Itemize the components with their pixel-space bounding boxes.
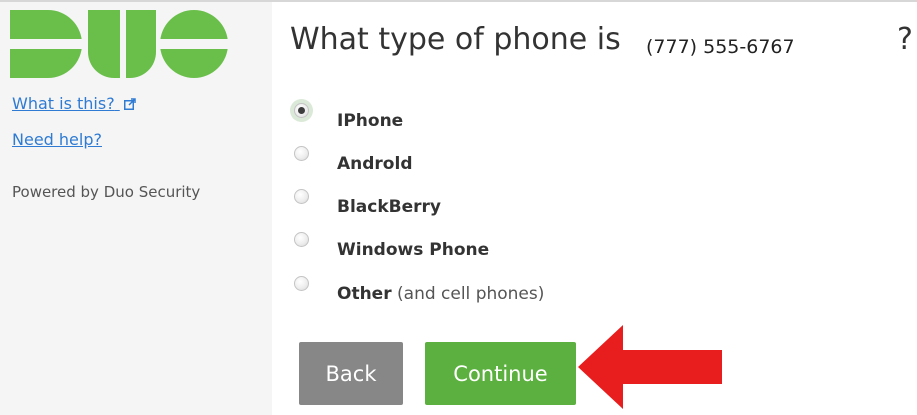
option-iphone[interactable]: IPhone: [290, 99, 710, 133]
option-label: BlackBerry: [337, 197, 441, 217]
duo-prompt-page: What is this? Need help? Powered by Duo …: [0, 0, 917, 415]
title-question-mark: ?: [897, 22, 913, 57]
option-other[interactable]: Other (and cell phones): [290, 276, 710, 306]
what-is-this-link[interactable]: What is this?: [12, 94, 136, 113]
radio-button[interactable]: [294, 232, 309, 247]
radio-button[interactable]: [294, 276, 309, 291]
red-left-arrow-icon: [578, 325, 722, 409]
duo-logo: [10, 10, 228, 78]
phone-number: (777) 555-6767: [646, 36, 795, 58]
radio-button[interactable]: [294, 146, 309, 161]
radio-button-selected[interactable]: [294, 103, 309, 118]
radio-button[interactable]: [294, 189, 309, 204]
option-label: IPhone: [337, 111, 404, 131]
option-label: Other (and cell phones): [337, 284, 545, 304]
option-windows-phone[interactable]: Windows Phone: [290, 232, 710, 262]
option-android[interactable]: Androld: [290, 146, 710, 176]
powered-by-text: Powered by Duo Security: [12, 183, 201, 201]
need-help-link[interactable]: Need help?: [12, 130, 102, 149]
option-label: Androld: [337, 154, 413, 174]
back-button[interactable]: Back: [299, 342, 403, 405]
sidebar: What is this? Need help? Powered by Duo …: [0, 2, 272, 415]
external-link-icon: [123, 98, 136, 110]
option-label: Windows Phone: [337, 240, 490, 260]
page-title: What type of phone is: [290, 22, 621, 57]
what-is-this-label: What is this?: [12, 94, 115, 113]
continue-button[interactable]: Continue: [425, 342, 576, 405]
option-blackberry[interactable]: BlackBerry: [290, 189, 710, 219]
